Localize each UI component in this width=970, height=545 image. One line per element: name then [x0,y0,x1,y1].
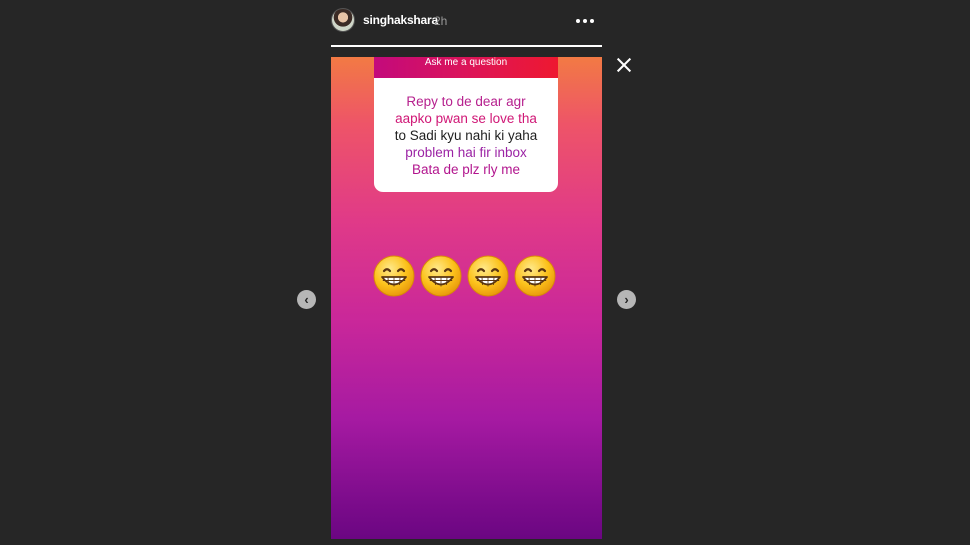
story-progress-bar [331,45,602,47]
username[interactable]: singhakshara [363,13,438,27]
question-answer-text: Repy to de dear agr aapko pwan se love t… [374,78,558,178]
answer-line: problem hai fir inbox [405,145,527,160]
grinning-face-icon [419,254,463,298]
grinning-face-icon [513,254,557,298]
more-options-button[interactable] [572,14,598,28]
avatar[interactable] [331,8,355,32]
story-card[interactable]: Ask me a question Repy to de dear agr aa… [331,57,602,539]
answer-line: to Sadi kyu nahi ki yaha [394,128,538,143]
answer-line: Bata de plz rly me [411,162,521,177]
question-sticker-header: Ask me a question [374,57,558,78]
next-story-button[interactable]: › [617,290,636,309]
story-viewer: singhakshara 2h Ask me a question Repy t… [0,0,970,545]
grinning-face-icon [466,254,510,298]
close-icon[interactable] [615,56,633,74]
more-options-icon [576,19,580,23]
story-progress-fill [331,45,602,47]
emoji-row [372,254,557,298]
answer-line: aapko pwan se love tha [395,111,537,126]
answer-line: Repy to de dear agr [406,94,526,109]
grinning-face-icon [372,254,416,298]
post-time: 2h [434,14,448,28]
previous-story-button[interactable]: ‹ [297,290,316,309]
question-sticker: Ask me a question Repy to de dear agr aa… [374,57,558,192]
